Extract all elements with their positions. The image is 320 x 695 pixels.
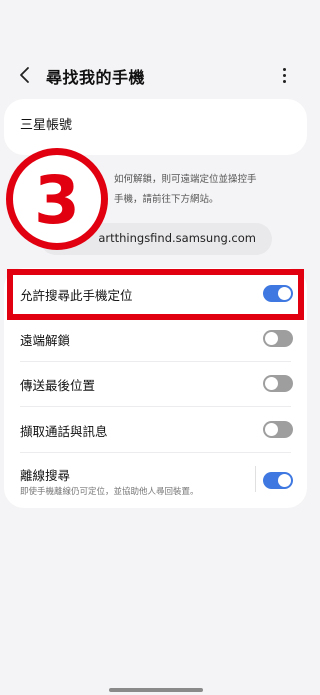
app-header: 尋找我的手機 [0,58,315,92]
setting-row-retrieve-calls[interactable]: 擷取通話與訊息 [4,407,307,451]
setting-label: 遠端解鎖 [20,333,71,348]
toggle-knob [265,332,278,345]
setting-label: 擷取通話與訊息 [20,424,108,439]
back-arrow-icon [20,67,29,83]
toggle-knob [265,377,278,390]
remote-unlock-toggle[interactable] [263,330,293,347]
setting-row-send-last-location[interactable]: 傳送最後位置 [4,362,307,406]
send-last-location-toggle[interactable] [263,375,293,392]
toggle-knob [278,474,291,487]
samsung-account-item[interactable]: 三星帳號 [4,99,307,155]
vertical-divider [255,466,256,492]
home-indicator[interactable] [109,688,203,692]
page-title: 尋找我的手機 [46,68,146,87]
retrieve-calls-toggle[interactable] [263,421,293,438]
setting-row-offline-finding[interactable]: 離線搜尋 即使手機離線仍可定位，並協助他人尋回裝置。 [4,453,307,505]
more-options-button[interactable] [274,64,294,86]
step-badge: 3 [6,148,108,250]
dot-icon [283,68,286,71]
samsung-account-label: 三星帳號 [20,118,73,133]
highlight-box [7,269,304,320]
toggle-knob [265,423,278,436]
setting-label: 離線搜尋 [20,468,71,483]
dot-icon [283,80,286,83]
setting-label: 傳送最後位置 [20,378,96,393]
setting-subtitle: 即使手機離線仍可定位，並協助他人尋回裝置。 [20,487,199,497]
back-button[interactable] [14,62,38,88]
step-number: 3 [34,162,80,239]
setting-row-remote-unlock[interactable]: 遠端解鎖 [4,317,307,361]
offline-finding-toggle[interactable] [263,472,293,489]
dot-icon [283,74,286,77]
